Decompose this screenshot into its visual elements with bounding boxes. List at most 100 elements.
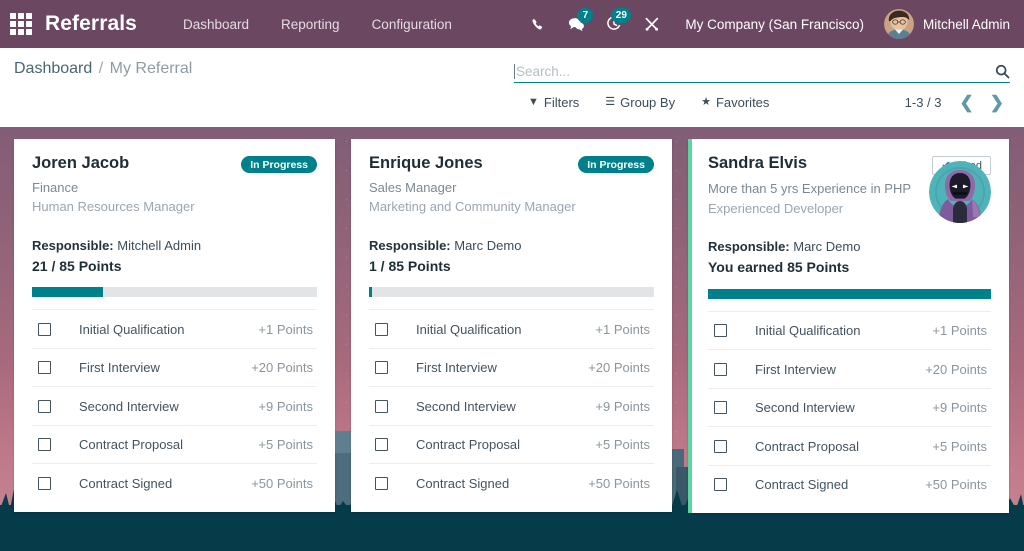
stage-checkbox[interactable]: [714, 324, 727, 338]
stage-list: Initial Qualification +1 Points First In…: [32, 309, 317, 502]
card-body: More than 5 yrs Experience in PHP Experi…: [708, 161, 991, 278]
stage-points: +1 Points: [595, 321, 650, 337]
card-body: Finance Human Resources Manager Responsi…: [32, 174, 317, 277]
stage-row[interactable]: First Interview +20 Points: [32, 347, 317, 387]
candidate-subtitle-primary: More than 5 yrs Experience in PHP: [708, 181, 912, 196]
stage-checkbox[interactable]: [375, 361, 388, 375]
stage-checkbox[interactable]: [375, 322, 388, 336]
stage-checkbox[interactable]: [375, 476, 388, 490]
stage-points: +9 Points: [595, 398, 650, 414]
stage-label: Initial Qualification: [755, 323, 861, 339]
user-menu[interactable]: Mitchell Admin: [878, 9, 1010, 39]
stage-checkbox[interactable]: [38, 476, 51, 490]
candidate-subtitle-secondary: Marketing and Community Manager: [369, 199, 576, 215]
breadcrumb-root[interactable]: Dashboard: [14, 60, 92, 77]
stage-row[interactable]: First Interview +20 Points: [369, 347, 654, 387]
stage-label: Contract Proposal: [416, 437, 521, 453]
referral-card[interactable]: Sandra Elvis ✔ Hired More than 5 yrs Exp…: [688, 139, 1009, 514]
stage-points: +1 Points: [258, 321, 313, 337]
stage-checkbox[interactable]: [38, 399, 51, 413]
menu-item-reporting[interactable]: Reporting: [265, 11, 356, 38]
responsible-label: Responsible:: [32, 237, 114, 253]
candidate-subtitle-primary: Finance: [32, 179, 79, 195]
stage-row[interactable]: Initial Qualification +1 Points: [32, 309, 317, 348]
stage-points: +20 Points: [925, 361, 987, 377]
points-summary: 21 / 85 Points: [32, 257, 122, 274]
messages-icon[interactable]: 7: [557, 0, 595, 48]
filter-toolbar: ▼ Filters ☰ Group By ★ Favorites 1-3 / 3…: [514, 83, 1010, 111]
stage-row[interactable]: Second Interview +9 Points: [32, 386, 317, 425]
stage-checkbox[interactable]: [375, 438, 388, 452]
stage-row[interactable]: Initial Qualification +1 Points: [708, 310, 991, 350]
stage-label: Second Interview: [79, 398, 179, 414]
search-cursor: [514, 64, 515, 79]
candidate-name: Enrique Jones: [369, 154, 483, 172]
stage-checkbox[interactable]: [38, 438, 51, 452]
search-icon[interactable]: [989, 64, 1010, 79]
stage-checkbox[interactable]: [714, 478, 727, 492]
stage-points: +9 Points: [932, 400, 987, 416]
candidate-subtitle-secondary: Experienced Developer: [708, 200, 844, 216]
stage-label: Initial Qualification: [416, 321, 522, 337]
menu-item-dashboard[interactable]: Dashboard: [167, 11, 265, 38]
stage-checkbox[interactable]: [714, 439, 727, 453]
stage-row[interactable]: Second Interview +9 Points: [708, 387, 991, 427]
stage-checkbox[interactable]: [38, 361, 51, 375]
messages-badge: 7: [577, 8, 594, 23]
menu-item-configuration[interactable]: Configuration: [356, 11, 468, 38]
stage-checkbox[interactable]: [375, 399, 388, 413]
responsible-label: Responsible:: [369, 237, 451, 253]
stage-row[interactable]: Contract Signed +50 Points: [32, 463, 317, 502]
breadcrumb-area: Dashboard / My Referral: [14, 48, 514, 127]
stage-checkbox[interactable]: [714, 401, 727, 415]
group-by-button[interactable]: ☰ Group By: [605, 95, 675, 110]
favorites-label: Favorites: [715, 95, 770, 110]
search-bar[interactable]: [514, 57, 1010, 83]
breadcrumb-separator: /: [98, 60, 104, 77]
status-badge: In Progress: [578, 156, 654, 173]
stage-row[interactable]: Second Interview +9 Points: [369, 386, 654, 425]
pager-next-button[interactable]: ❯: [984, 94, 1010, 111]
candidate-name: Sandra Elvis: [708, 154, 808, 172]
referral-card[interactable]: Joren Jacob In Progress Finance Human Re…: [14, 139, 335, 512]
stage-row[interactable]: Initial Qualification +1 Points: [369, 309, 654, 348]
card-header: Enrique Jones In Progress: [369, 153, 654, 174]
activities-icon[interactable]: 29: [595, 0, 633, 48]
candidate-avatar: [929, 161, 991, 223]
stage-label: Contract Proposal: [79, 437, 184, 453]
responsible-line: Responsible: Marc Demo: [708, 238, 929, 256]
stage-checkbox[interactable]: [38, 322, 51, 336]
stage-points: +5 Points: [595, 437, 650, 453]
stage-row[interactable]: First Interview +20 Points: [708, 349, 991, 388]
stage-row[interactable]: Contract Signed +50 Points: [369, 463, 654, 502]
stage-list: Initial Qualification +1 Points First In…: [708, 310, 991, 504]
stage-label: Second Interview: [755, 400, 855, 416]
candidate-subtitle-primary: Sales Manager: [369, 179, 457, 195]
stage-row[interactable]: Contract Proposal +5 Points: [32, 424, 317, 464]
tools-icon[interactable]: [633, 0, 671, 48]
status-badge: In Progress: [241, 156, 317, 173]
breadcrumb: Dashboard / My Referral: [14, 60, 514, 78]
favorites-button[interactable]: ★ Favorites: [701, 95, 769, 110]
filters-button[interactable]: ▼ Filters: [528, 95, 579, 110]
phone-icon[interactable]: [519, 0, 557, 48]
search-and-filters: ▼ Filters ☰ Group By ★ Favorites 1-3 / 3…: [514, 48, 1010, 127]
search-input[interactable]: [516, 64, 989, 79]
stage-points: +50 Points: [588, 475, 650, 491]
company-selector[interactable]: My Company (San Francisco): [671, 17, 878, 32]
stage-checkbox[interactable]: [714, 362, 727, 376]
filter-funnel-icon: ▼: [528, 96, 539, 108]
stage-row[interactable]: Contract Proposal +5 Points: [708, 426, 991, 465]
stage-list: Initial Qualification +1 Points First In…: [369, 309, 654, 502]
card-header: Joren Jacob In Progress: [32, 153, 317, 174]
activities-badge: 29: [611, 8, 632, 23]
pager-previous-button[interactable]: ❮: [954, 94, 980, 111]
top-navbar: Referrals Dashboard Reporting Configurat…: [0, 0, 1024, 48]
points-progress-fill: [708, 288, 991, 299]
apps-grid-icon[interactable]: [10, 13, 32, 35]
referral-card[interactable]: Enrique Jones In Progress Sales Manager …: [351, 139, 672, 512]
responsible-label: Responsible:: [708, 239, 790, 254]
stage-row[interactable]: Contract Proposal +5 Points: [369, 424, 654, 464]
app-brand-title[interactable]: Referrals: [45, 12, 137, 36]
stage-row[interactable]: Contract Signed +50 Points: [708, 464, 991, 504]
